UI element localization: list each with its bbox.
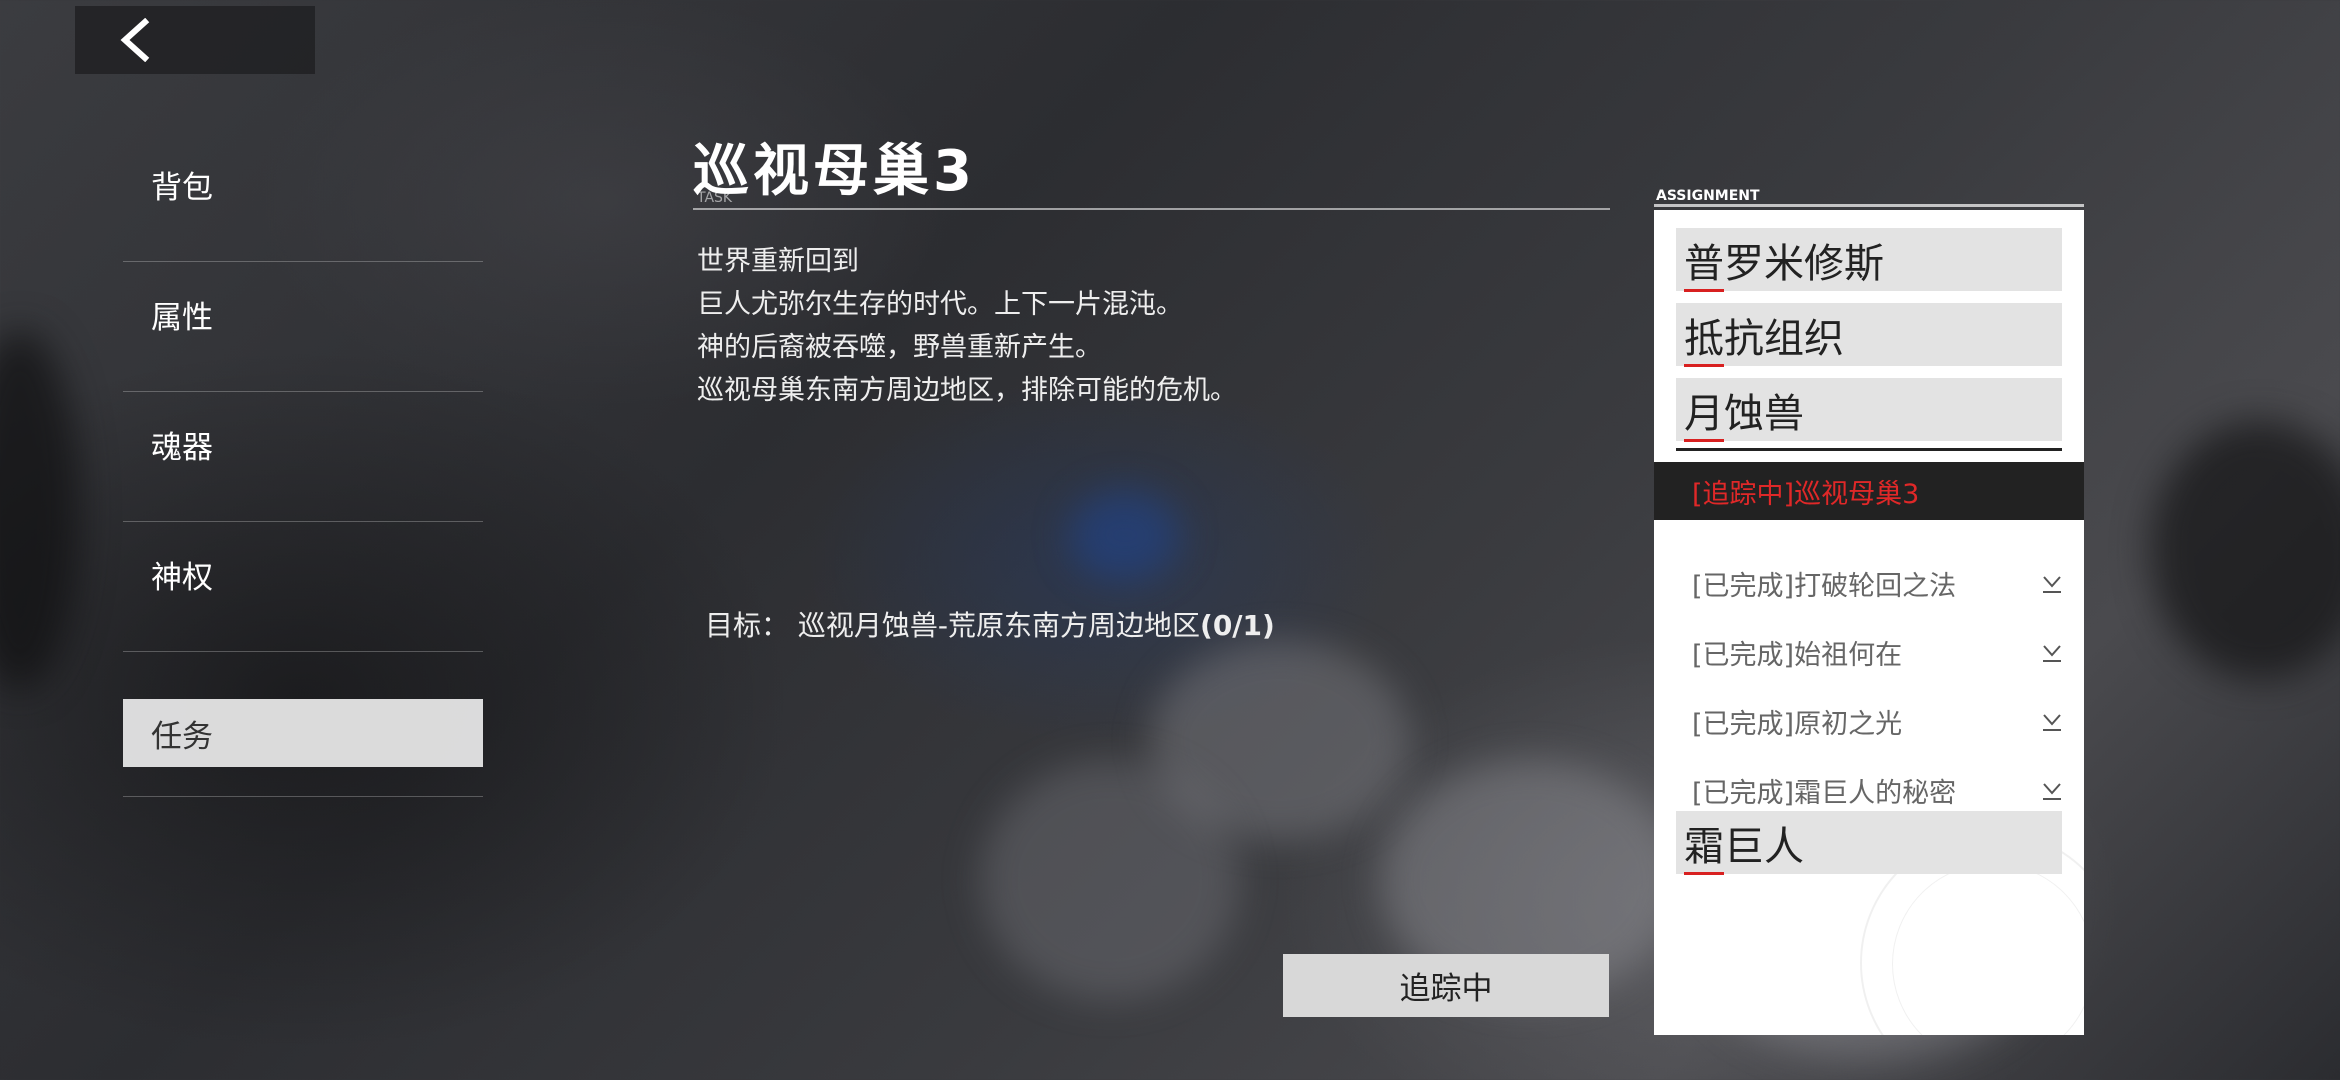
divider — [1676, 448, 2062, 451]
menu-item-label: 任务 — [151, 718, 213, 755]
goal-progress: (0/1) — [1200, 609, 1275, 642]
completed-task-row[interactable]: [已完成]打破轮回之法 — [1692, 558, 2064, 608]
bg-rock — [980, 760, 1240, 1000]
category-first-char: 普 — [1684, 231, 1724, 292]
assignment-panel: 普罗米修斯 抵抗组织 月蚀兽 [追踪中]巡视母巢3 [已完成]打破轮回之法 [已… — [1654, 210, 2084, 1035]
task-goal: 目标： 巡视月蚀兽-荒原东南方周边地区(0/1) — [705, 604, 1275, 644]
category-first-char: 抵 — [1684, 306, 1724, 367]
menu-item-tasks[interactable]: 任务 — [123, 652, 483, 797]
chevron-down-icon — [2043, 783, 2061, 800]
completed-task-label: [已完成]打破轮回之法 — [1692, 570, 1957, 602]
completed-task-label: [已完成]霜巨人的秘密 — [1692, 777, 1957, 809]
category-rest: 罗米修斯 — [1724, 240, 1884, 287]
category-eclipse-beast[interactable]: 月蚀兽 — [1676, 378, 2062, 442]
completed-task-row[interactable]: [已完成]原初之光 — [1692, 696, 2064, 746]
task-title: 巡视母巢3 — [693, 139, 976, 204]
bg-rock — [0, 330, 80, 690]
back-button[interactable] — [75, 6, 315, 74]
assignment-label: ASSIGNMENT — [1656, 188, 1760, 204]
category-rest: 蚀兽 — [1724, 390, 1804, 437]
divider — [1654, 204, 2084, 207]
task-description: 世界重新回到 巨人尤弥尔生存的时代。上下一片混沌。 神的后裔被吞噬，野兽重新产生… — [697, 240, 1237, 412]
menu-item-active-box: 任务 — [123, 699, 483, 767]
completed-task-label: [已完成]原初之光 — [1692, 708, 1903, 740]
tracking-task-row[interactable]: [追踪中]巡视母巢3 — [1654, 462, 2084, 520]
task-subtitle: TASK — [697, 190, 733, 206]
description-line: 巨人尤弥尔生存的时代。上下一片混沌。 — [697, 289, 1183, 320]
completed-task-label: [已完成]始祖何在 — [1692, 639, 1903, 671]
menu-item-label: 魂器 — [151, 430, 213, 466]
goal-text: 目标： 巡视月蚀兽-荒原东南方周边地区 — [705, 609, 1201, 642]
category-prometheus[interactable]: 普罗米修斯 — [1676, 228, 2062, 292]
category-first-char: 月 — [1684, 381, 1724, 442]
menu-item-label: 神权 — [151, 560, 213, 596]
category-rest: 抗组织 — [1724, 315, 1844, 362]
bg-rock — [1070, 490, 1180, 580]
description-line: 世界重新回到 — [697, 246, 859, 277]
menu-item-label: 背包 — [151, 170, 213, 206]
menu-item-attributes[interactable]: 属性 — [123, 262, 483, 392]
completed-task-row[interactable]: [已完成]霜巨人的秘密 — [1692, 765, 2064, 815]
chevron-down-icon — [2043, 714, 2061, 731]
menu-item-divine-power[interactable]: 神权 — [123, 522, 483, 652]
category-resistance[interactable]: 抵抗组织 — [1676, 303, 2062, 367]
completed-task-row[interactable]: [已完成]始祖何在 — [1692, 627, 2064, 677]
chevron-down-icon — [2043, 645, 2061, 662]
menu-item-label: 属性 — [151, 300, 213, 336]
menu-item-backpack[interactable]: 背包 — [123, 132, 483, 262]
category-rest: 巨人 — [1724, 823, 1804, 870]
category-first-char: 霜 — [1684, 814, 1724, 875]
menu-item-soul-artifact[interactable]: 魂器 — [123, 392, 483, 522]
description-line: 神的后裔被吞噬，野兽重新产生。 — [697, 332, 1102, 363]
divider — [693, 208, 1610, 210]
tracking-button[interactable]: 追踪中 — [1283, 954, 1609, 1017]
chevron-down-icon — [2043, 576, 2061, 593]
bg-rock — [2150, 420, 2340, 680]
back-chevron-icon — [120, 18, 150, 62]
description-line: 巡视母巢东南方周边地区，排除可能的危机。 — [697, 375, 1237, 406]
category-frost-giant[interactable]: 霜巨人 — [1676, 811, 2062, 875]
side-menu: 背包 属性 魂器 神权 任务 — [123, 132, 483, 797]
